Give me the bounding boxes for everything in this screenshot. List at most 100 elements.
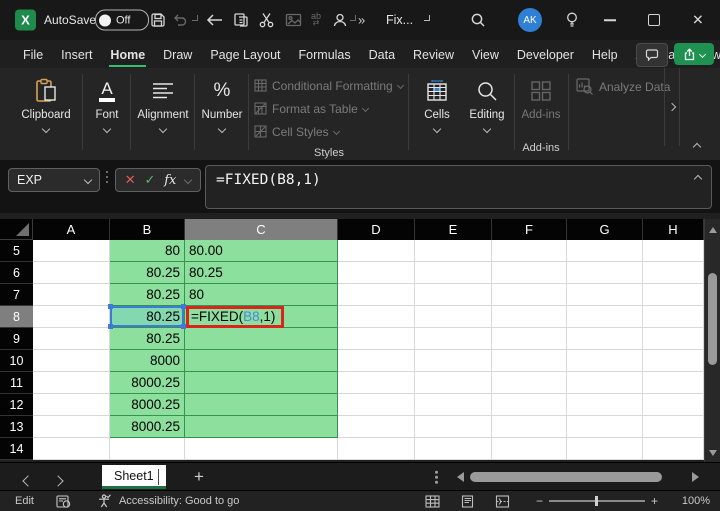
select-all-corner[interactable] <box>0 219 33 240</box>
page-layout-view-button[interactable] <box>460 494 475 508</box>
cell-D8[interactable] <box>338 306 415 328</box>
cell-F9[interactable] <box>492 328 567 350</box>
vertical-scroll-thumb[interactable] <box>708 273 717 365</box>
account-avatar[interactable]: AK <box>518 8 542 32</box>
cell-G8[interactable] <box>567 306 643 328</box>
cell-H8[interactable] <box>643 306 704 328</box>
cell-E14[interactable] <box>415 438 492 460</box>
cell-F14[interactable] <box>492 438 567 460</box>
cell-D12[interactable] <box>338 394 415 416</box>
sheet-options-dots[interactable] <box>435 470 438 484</box>
cell-H11[interactable] <box>643 372 704 394</box>
cell-G13[interactable] <box>567 416 643 438</box>
function-chevron[interactable] <box>183 175 193 185</box>
cell-A8[interactable] <box>33 306 110 328</box>
cell-B5[interactable]: 80 <box>110 240 185 262</box>
zoom-level[interactable]: 100% <box>676 495 710 507</box>
horizontal-scrollbar[interactable] <box>470 471 686 483</box>
cut-icon[interactable] <box>259 12 274 28</box>
cell-H12[interactable] <box>643 394 704 416</box>
cell-G7[interactable] <box>567 284 643 306</box>
column-header-B[interactable]: B <box>110 219 185 240</box>
menu-data[interactable]: Data <box>360 43 404 66</box>
row-header-10[interactable]: 10 <box>0 350 33 372</box>
zoom-slider-thumb[interactable] <box>594 496 598 507</box>
cell-D6[interactable] <box>338 262 415 284</box>
ribbon-group-editing[interactable]: Editing <box>464 76 510 134</box>
cell-B8[interactable]: 80.25 <box>108 304 186 329</box>
menu-insert[interactable]: Insert <box>52 43 101 66</box>
cell-E13[interactable] <box>415 416 492 438</box>
cell-C13[interactable] <box>185 416 338 438</box>
scroll-down-arrow[interactable] <box>709 450 717 456</box>
menu-developer[interactable]: Developer <box>508 43 583 66</box>
share-button[interactable] <box>674 43 714 65</box>
search-icon[interactable] <box>470 12 486 28</box>
cell-C9[interactable] <box>185 328 338 350</box>
column-header-G[interactable]: G <box>567 219 643 240</box>
person-tool-icon[interactable] <box>332 12 348 28</box>
cell-H9[interactable] <box>643 328 704 350</box>
hscroll-right-arrow[interactable] <box>692 472 699 482</box>
excel-logo-icon[interactable]: X <box>15 9 36 31</box>
prev-sheet-button[interactable] <box>22 475 34 487</box>
horizontal-scroll-thumb[interactable] <box>470 472 662 482</box>
row-header-14[interactable]: 14 <box>0 438 33 460</box>
confirm-entry-button[interactable]: ✓ <box>145 172 156 188</box>
autosave-toggle[interactable]: Off <box>95 9 149 31</box>
cell-C7[interactable]: 80 <box>185 284 338 306</box>
row-header-5[interactable]: 5 <box>0 240 33 262</box>
column-header-D[interactable]: D <box>338 219 415 240</box>
cell-D13[interactable] <box>338 416 415 438</box>
cell-A11[interactable] <box>33 372 110 394</box>
ribbon-group-number[interactable]: % Number <box>198 76 246 134</box>
cell-B9[interactable]: 80.25 <box>110 328 185 350</box>
cell-C12[interactable] <box>185 394 338 416</box>
cell-A13[interactable] <box>33 416 110 438</box>
cell-H5[interactable] <box>643 240 704 262</box>
cell-A6[interactable] <box>33 262 110 284</box>
menu-review[interactable]: Review <box>404 43 463 66</box>
cell-C6[interactable]: 80.25 <box>185 262 338 284</box>
ribbon-next-page-button[interactable] <box>664 68 680 146</box>
cell-C5[interactable]: 80.00 <box>185 240 338 262</box>
cell-B10[interactable]: 8000 <box>110 350 185 372</box>
cell-D11[interactable] <box>338 372 415 394</box>
row-header-12[interactable]: 12 <box>0 394 33 416</box>
minimize-button[interactable] <box>604 19 616 21</box>
cell-E10[interactable] <box>415 350 492 372</box>
document-title[interactable]: Fix... <box>386 13 413 27</box>
row-header-7[interactable]: 7 <box>0 284 33 306</box>
cell-G14[interactable] <box>567 438 643 460</box>
name-box[interactable]: EXP <box>8 168 100 192</box>
page-break-preview-button[interactable] <box>495 494 510 508</box>
comments-button[interactable] <box>636 43 668 67</box>
cell-B13[interactable]: 8000.25 <box>110 416 185 438</box>
collapse-formula-bar-chevron[interactable] <box>693 174 703 184</box>
formula-bar-grip[interactable] <box>106 171 108 183</box>
cell-G10[interactable] <box>567 350 643 372</box>
cell-D10[interactable] <box>338 350 415 372</box>
cell-B6[interactable]: 80.25 <box>110 262 185 284</box>
collapse-ribbon-button[interactable] <box>692 137 702 155</box>
cell-G11[interactable] <box>567 372 643 394</box>
cell-D5[interactable] <box>338 240 415 262</box>
cell-A5[interactable] <box>33 240 110 262</box>
zoom-in-button[interactable]: + <box>645 494 664 508</box>
cell-C11[interactable] <box>185 372 338 394</box>
cell-A10[interactable] <box>33 350 110 372</box>
cell-H10[interactable] <box>643 350 704 372</box>
cell-G12[interactable] <box>567 394 643 416</box>
ribbon-group-clipboard[interactable]: Clipboard <box>16 76 76 134</box>
cell-A7[interactable] <box>33 284 110 306</box>
cancel-entry-button[interactable]: ✕ <box>125 172 136 188</box>
column-header-E[interactable]: E <box>415 219 492 240</box>
cell-D9[interactable] <box>338 328 415 350</box>
cell-F6[interactable] <box>492 262 567 284</box>
cell-A9[interactable] <box>33 328 110 350</box>
maximize-button[interactable] <box>648 14 660 26</box>
cell-G6[interactable] <box>567 262 643 284</box>
cell-E7[interactable] <box>415 284 492 306</box>
column-header-F[interactable]: F <box>492 219 567 240</box>
row-header-6[interactable]: 6 <box>0 262 33 284</box>
